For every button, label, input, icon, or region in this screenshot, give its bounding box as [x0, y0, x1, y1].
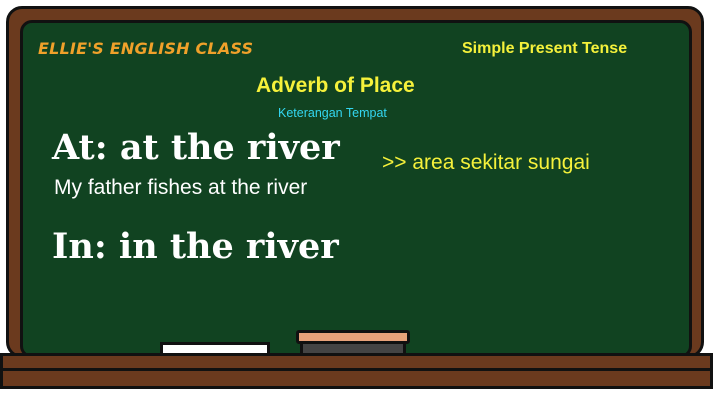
chalk-ledge-edge [0, 368, 713, 371]
at-example-sentence: My father fishes at the river [54, 176, 308, 199]
lesson-title: Adverb of Place [256, 74, 415, 97]
at-heading: At: at the river [52, 127, 340, 168]
tense-label: Simple Present Tense [462, 40, 628, 57]
eraser-pad [300, 341, 406, 356]
in-heading: In: in the river [52, 226, 339, 267]
class-name: ELLIE'S ENGLISH CLASS [38, 39, 254, 58]
chalk-ledge [0, 353, 713, 389]
lesson-subtitle: Keterangan Tempat [278, 106, 387, 120]
at-meaning: >> area sekitar sungai [382, 151, 590, 174]
chalk-stick [160, 342, 270, 356]
